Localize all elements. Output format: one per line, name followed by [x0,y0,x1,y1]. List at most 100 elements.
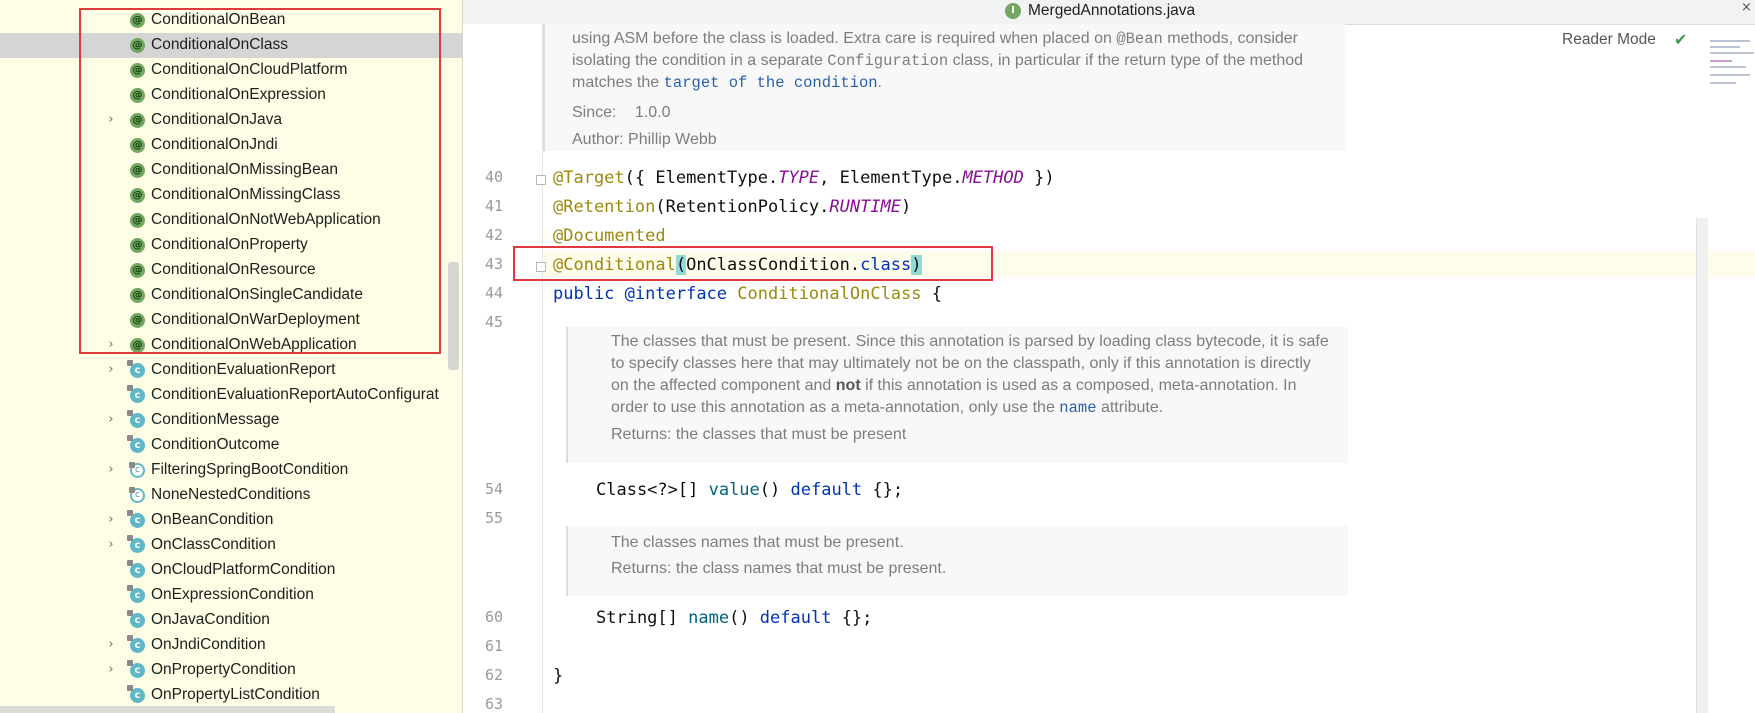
line-number: 43 [484,255,503,273]
tree-item[interactable]: › c ConditionEvaluationReport [0,358,462,383]
doc-text: The classes that must be present. Since … [611,333,1329,350]
code-line-44[interactable]: public @interface ConditionalOnClass { [553,283,942,305]
doc-text: methods, consider [1162,30,1299,47]
tree-item[interactable]: c OnCloudPlatformCondition [0,558,462,583]
tree-item[interactable]: @ ConditionalOnJndi [0,133,462,158]
class-icon: c [127,635,145,653]
tree-item[interactable]: › c OnJndiCondition [0,633,462,658]
doc-code: @Bean [1116,30,1163,48]
tree-item[interactable]: @ ConditionalOnSingleCandidate [0,283,462,308]
annotation-icon: @ [130,288,145,303]
chevron-right-icon[interactable]: › [104,538,118,552]
tree-item-label: ConditionMessage [151,411,280,428]
chevron-right-icon[interactable]: › [104,638,118,652]
tree-item[interactable]: @ ConditionalOnClass [0,33,462,58]
annotation-icon: @ [130,138,145,153]
doc-text: to specify classes here that may ultimat… [611,355,1311,372]
annotation-icon: @ [130,63,145,78]
doc-text: attribute. [1096,399,1164,416]
chevron-right-icon[interactable]: › [104,513,118,527]
tree-item[interactable]: › c FilteringSpringBootCondition [0,458,462,483]
doc-text: class, in particular if the return type … [948,52,1304,69]
code-line-54[interactable]: Class<?>[] value() default {}; [596,479,903,501]
tree-item[interactable]: c OnJavaCondition [0,608,462,633]
doc-bold: not [835,377,861,394]
tree-item-label: ConditionalOnCloudPlatform [151,61,348,78]
doc-text: if this annotation is used as a composed… [860,377,1297,394]
close-icon[interactable]: × [1741,0,1752,15]
tree-item-label: ConditionEvaluationReport [151,361,336,378]
code-line-60[interactable]: String[] name() default {}; [596,607,872,629]
tree-item[interactable]: @ ConditionalOnWarDeployment [0,308,462,333]
check-icon[interactable]: ✔ [1674,30,1687,49]
fold-marker[interactable] [536,175,546,185]
code-line-41[interactable]: @Retention(RetentionPolicy.RUNTIME) [553,196,911,218]
tree-item-label: ConditionalOnMissingBean [151,161,338,178]
tree-item[interactable]: c OnExpressionCondition [0,583,462,608]
tree-item[interactable]: c ConditionOutcome [0,433,462,458]
tree-item[interactable]: @ ConditionalOnMissingBean [0,158,462,183]
doc-code: Configuration [827,52,949,70]
editor-tab-bar: I MergedAnnotations.java × [463,0,1755,25]
tree-item[interactable]: › c OnClassCondition [0,533,462,558]
chevron-right-icon[interactable]: › [104,663,118,677]
line-number: 63 [484,695,503,713]
tree-item[interactable]: › @ ConditionalOnWebApplication [0,333,462,358]
tree-item[interactable]: c ConditionEvaluationReportAutoConfigurat [0,383,462,408]
editor-tab-title[interactable]: MergedAnnotations.java [1028,2,1195,20]
annotation-icon: @ [130,163,145,178]
doc-link[interactable]: target of the condition [664,74,878,92]
doc-text: on the affected component and [611,377,836,394]
tree-item-label: ConditionalOnJndi [151,136,278,153]
tree-item[interactable]: c NoneNestedConditions [0,483,462,508]
tree-item[interactable]: › c OnPropertyCondition [0,658,462,683]
minimap [1706,38,1755,90]
tree-item-label: ConditionalOnJava [151,111,282,128]
code-line-40[interactable]: @Target({ ElementType.TYPE, ElementType.… [553,167,1055,189]
doc-link[interactable]: name [1059,399,1096,417]
line-number: 45 [484,313,503,331]
tree-item[interactable]: c OnPropertyListCondition [0,683,462,708]
tree-scrollbar[interactable] [448,262,459,370]
class-icon: c [127,610,145,628]
project-tree[interactable]: @ ConditionalOnBean @ ConditionalOnClass @ Co… [0,0,463,713]
tree-item[interactable]: @ ConditionalOnMissingClass [0,183,462,208]
chevron-right-icon[interactable]: › [104,413,118,427]
class-icon: c [127,510,145,528]
line-number: 55 [484,509,503,527]
code-editor[interactable]: I MergedAnnotations.java × using ASM bef… [463,0,1755,713]
value-javadoc: The classes that must be present. Since … [566,327,1348,463]
class-icon: c [127,685,145,703]
reader-mode-button[interactable]: Reader Mode [1562,31,1656,49]
tree-item[interactable]: @ ConditionalOnCloudPlatform [0,58,462,83]
tree-item[interactable]: @ ConditionalOnNotWebApplication [0,208,462,233]
doc-text: matches the [572,74,664,91]
tree-item-label: ConditionalOnMissingClass [151,186,341,203]
line-number: 42 [484,226,503,244]
line-number: 40 [484,168,503,186]
tree-item-label: ConditionalOnSingleCandidate [151,286,363,303]
chevron-right-icon[interactable]: › [104,463,118,477]
tree-item-label: ConditionalOnNotWebApplication [151,211,381,228]
tree-item[interactable]: › c ConditionMessage [0,408,462,433]
class-icon: c [127,360,145,378]
chevron-right-icon[interactable]: › [104,113,118,127]
editor-scrollbar[interactable] [1696,218,1708,713]
tree-item[interactable]: @ ConditionalOnBean [0,8,462,33]
tree-item[interactable]: @ ConditionalOnExpression [0,83,462,108]
tree-item[interactable]: › c OnBeanCondition [0,508,462,533]
tree-item[interactable]: › @ ConditionalOnJava [0,108,462,133]
code-line-62[interactable]: } [553,665,563,687]
annotation-icon: @ [130,238,145,253]
code-line-42[interactable]: @Documented [553,225,666,247]
tree-horizontal-scrollbar[interactable] [0,706,335,713]
tree-item-label: ConditionalOnBean [151,11,286,28]
returns-value: the class names that must be present. [675,560,947,577]
chevron-right-icon[interactable]: › [104,338,118,352]
chevron-right-icon[interactable]: › [104,363,118,377]
tree-item[interactable]: @ ConditionalOnProperty [0,233,462,258]
class-icon: c [127,585,145,603]
annotation-icon: @ [130,38,145,53]
line-number: 41 [484,197,503,215]
tree-item[interactable]: @ ConditionalOnResource [0,258,462,283]
